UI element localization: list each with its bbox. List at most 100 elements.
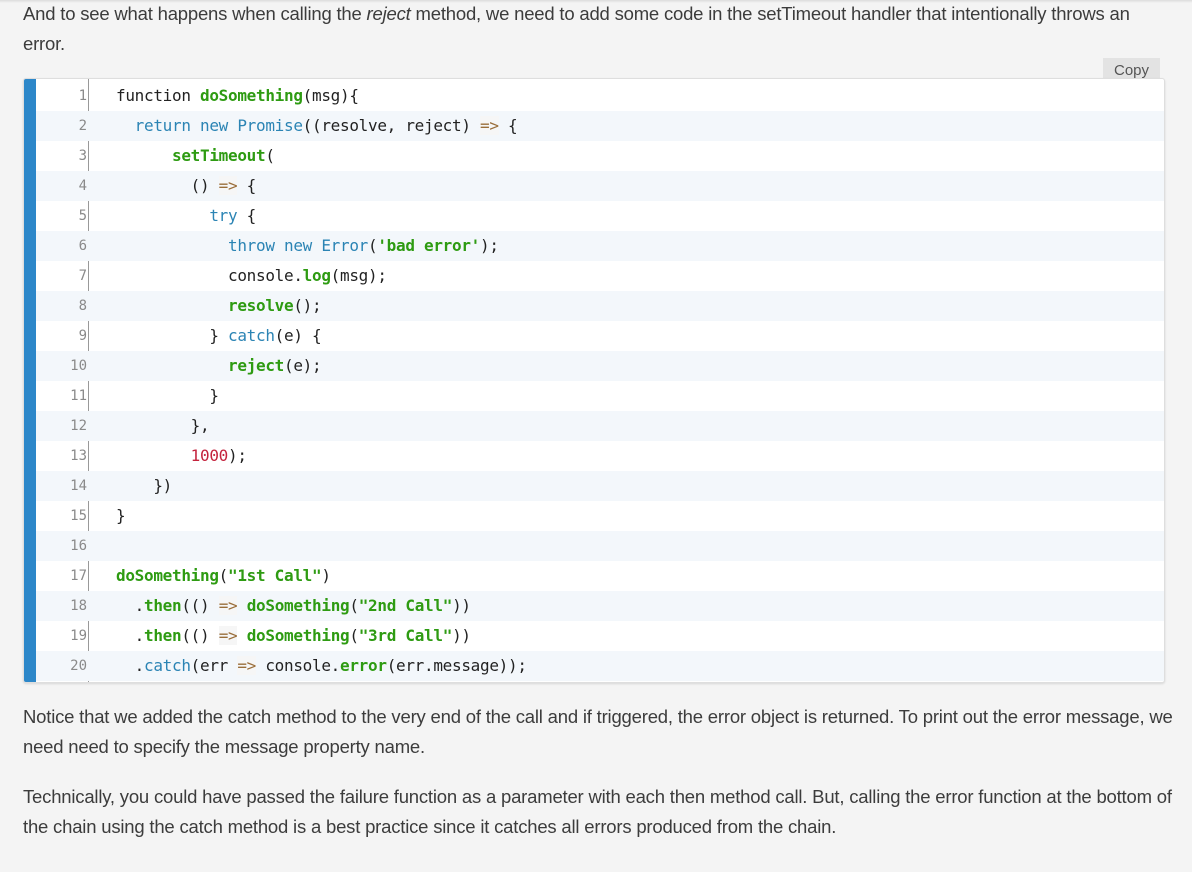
code-lines[interactable]: 1 function doSomething(msg){2 return new … — [36, 81, 1164, 681]
code-text: console.log(msg); — [87, 261, 387, 291]
code-token: }, — [116, 416, 210, 435]
code-line: 17 doSomething("1st Call") — [36, 561, 1164, 591]
intro-paragraph: And to see what happens when calling the… — [23, 0, 1173, 59]
code-token: } — [116, 506, 126, 525]
code-token: "3rd Call" — [358, 626, 453, 645]
code-line: 14 }) — [36, 471, 1164, 501]
code-line: 12 }, — [36, 411, 1164, 441]
code-text: () => { — [87, 171, 256, 201]
code-token: console. — [256, 656, 341, 675]
code-token: ((resolve, reject) — [302, 116, 480, 135]
code-token: then — [144, 626, 182, 645]
code-text: } — [87, 501, 126, 531]
code-text: try { — [87, 201, 256, 231]
code-text: throw new Error('bad error'); — [87, 231, 499, 261]
code-token: doSomething — [246, 626, 350, 645]
code-text: } catch(e) { — [87, 321, 321, 351]
code-line: 10 reject(e); — [36, 351, 1164, 381]
code-text: } — [87, 381, 219, 411]
code-token: ); — [480, 236, 499, 255]
code-token: (err — [190, 656, 238, 675]
code-text: .then(() => doSomething("3rd Call")) — [87, 621, 471, 651]
code-token: reject — [228, 356, 284, 375]
line-number: 8 — [78, 298, 87, 314]
line-number: 3 — [78, 148, 87, 164]
code-token: resolve — [228, 296, 294, 315]
code-token: console. — [116, 266, 303, 285]
line-number: 7 — [78, 268, 87, 284]
code-token: }) — [116, 476, 172, 495]
code-line: 16 — [36, 531, 1164, 561]
code-text: }) — [87, 471, 172, 501]
code-token: (err.message)); — [386, 656, 527, 675]
code-token: ( — [349, 626, 359, 645]
code-line: 15} — [36, 501, 1164, 531]
code-token: => — [218, 626, 238, 645]
code-token: "1st Call" — [228, 566, 322, 585]
code-token: . — [116, 596, 145, 615]
code-token: then — [144, 596, 182, 615]
line-number: 15 — [70, 508, 87, 524]
line-number: 9 — [78, 328, 87, 344]
code-text: setTimeout( — [87, 141, 275, 171]
code-token: log — [302, 266, 331, 285]
code-text: resolve(); — [87, 291, 322, 321]
intro-emphasis: reject — [366, 3, 411, 24]
code-token: . — [116, 656, 145, 675]
code-token: } — [116, 386, 219, 405]
code-text: function doSomething(msg){ — [87, 81, 359, 111]
line-number: 13 — [70, 448, 87, 464]
code-token: (e) { — [274, 326, 322, 345]
code-token: doSomething — [200, 86, 303, 105]
code-text: .catch(err => console.error(err.message)… — [87, 651, 527, 681]
line-number: 19 — [70, 628, 87, 644]
code-token: (); — [293, 296, 322, 315]
code-line: 9 } catch(e) { — [36, 321, 1164, 351]
code-token: ( — [218, 566, 229, 585]
code-token: ) — [321, 566, 331, 585]
line-number: 16 — [70, 538, 87, 554]
code-token: "2nd Call" — [358, 596, 453, 615]
code-line: 18 .then(() => doSomething("2nd Call")) — [36, 591, 1164, 621]
code-token: doSomething — [246, 596, 350, 615]
code-token: } — [116, 326, 228, 345]
code-line: 19 .then(() => doSomething("3rd Call")) — [36, 621, 1164, 651]
code-token: 'bad error' — [377, 236, 481, 255]
code-token: (e); — [284, 356, 322, 375]
code-token: (() — [181, 596, 219, 615]
code-text: reject(e); — [87, 351, 322, 381]
line-number: 10 — [70, 358, 87, 374]
code-line: 11 } — [36, 381, 1164, 411]
line-number: 14 — [70, 478, 87, 494]
line-number: 2 — [78, 118, 87, 134]
code-text: }, — [87, 411, 210, 441]
code-token: )) — [452, 596, 471, 615]
code-token: catch — [144, 656, 191, 675]
line-number: 5 — [78, 208, 87, 224]
code-token: . — [116, 626, 145, 645]
code-line: 3 setTimeout( — [36, 141, 1164, 171]
intro-text-start: And to see what happens when calling the — [23, 3, 367, 24]
code-token: function — [116, 86, 200, 105]
code-block: 1 function doSomething(msg){2 return new … — [23, 78, 1165, 683]
code-token: => — [237, 656, 257, 675]
code-token: ( — [265, 146, 275, 165]
code-token: { — [237, 176, 257, 195]
line-number: 6 — [78, 238, 87, 254]
line-number: 18 — [70, 598, 87, 614]
code-token: () — [116, 176, 219, 195]
code-token: ( — [349, 596, 359, 615]
code-token: { — [498, 116, 518, 135]
code-token: )) — [452, 626, 471, 645]
code-token: return new Promise — [134, 116, 303, 135]
notice-paragraph: Notice that we added the catch method to… — [23, 706, 1173, 757]
code-token: => — [480, 116, 499, 135]
code-line: 4 () => { — [36, 171, 1164, 201]
